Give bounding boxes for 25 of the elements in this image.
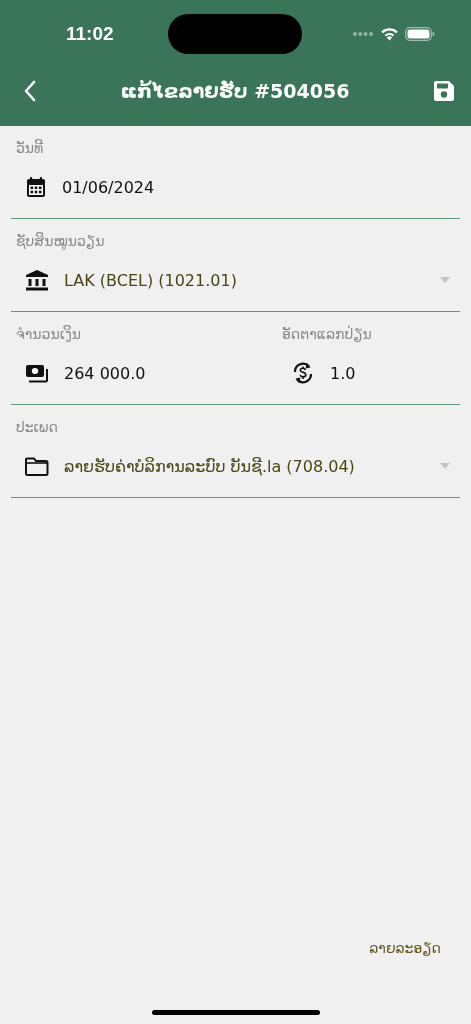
input-field[interactable]: 01/06/2024	[16, 164, 460, 218]
back-icon[interactable]	[23, 80, 37, 102]
currency-exchange-icon	[291, 361, 315, 385]
input-field[interactable]: 1.0	[282, 350, 460, 404]
field-label: ຈຳນວນເງິນ	[16, 326, 82, 344]
battery-icon	[405, 27, 435, 41]
wifi-icon	[380, 27, 399, 41]
bank-icon	[25, 269, 49, 291]
field-label: ວັນທີ	[16, 140, 45, 158]
field-label: ຊັບສິນໝູນວຽນ	[16, 233, 106, 252]
save-icon[interactable]	[433, 80, 455, 102]
caret-icon	[440, 277, 450, 283]
cash-icon	[25, 363, 49, 383]
dropdown-field[interactable]: LAK (BCEL) (1021.01)	[16, 257, 460, 311]
status-time: 11:02	[66, 23, 115, 45]
signal-icon	[352, 31, 374, 37]
field-label: ປະເພດ	[16, 419, 59, 437]
input-field[interactable]: 264 000.0	[16, 350, 277, 404]
folder-icon	[25, 456, 49, 476]
screen-title: ແກ້ໄຂລາຍຮັບ #504056	[120, 80, 350, 102]
field-label: ອັດຕາແລກປ່ຽນ	[282, 326, 373, 344]
calendar-icon	[25, 176, 47, 198]
details-link[interactable]: ລາຍລະອຽດ	[369, 940, 441, 956]
dropdown-field[interactable]: ລາຍຮັບຄ່າບໍລິການລະບົບ ບັນຊີ.la (708.04)	[16, 443, 460, 497]
caret-icon	[440, 463, 450, 469]
